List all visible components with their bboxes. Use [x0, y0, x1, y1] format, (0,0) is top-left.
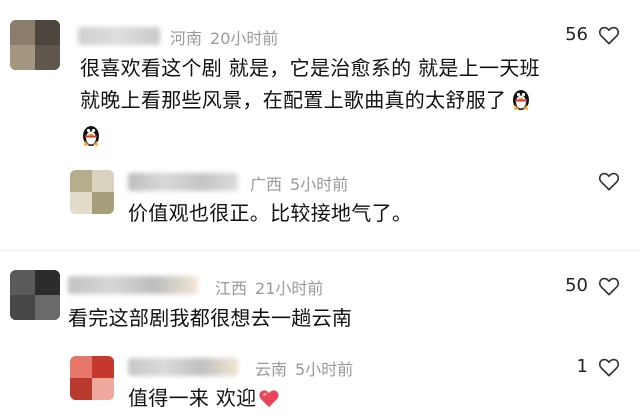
reply-text: 价值观也很正。比较接地气了。 [128, 201, 413, 225]
like-heart-icon[interactable] [598, 171, 620, 191]
comment-text-line1: 很喜欢看这个剧 就是，它是治愈系的 就是上一天班 [80, 56, 540, 80]
time-label: 20小时前 [210, 29, 279, 48]
like-heart-icon[interactable] [598, 276, 620, 296]
comment-meta: 江西 21小时前 [215, 275, 323, 299]
time-label: 21小时前 [255, 279, 324, 298]
reply-meta: 云南 5小时前 [255, 356, 353, 380]
username-blurred[interactable] [128, 173, 238, 191]
comment-text-line2: 就晚上看那些风景，在配置上歌曲真的太舒服了 [80, 88, 507, 112]
comment-1: 河南 20小时前 56 很喜欢看这个剧 就是，它是治愈系的 就是上一天班 就晚上看… [0, 0, 640, 168]
reply-1: 广西 5小时前 价值观也很正。比较接地气了。 [0, 165, 640, 245]
username-blurred[interactable] [128, 358, 238, 376]
reply-2: 云南 5小时前 1 值得一来 欢迎 [0, 348, 640, 415]
like-count: 50 [565, 275, 588, 296]
user-avatar[interactable] [70, 356, 114, 400]
like-count: 56 [565, 24, 588, 45]
like-heart-icon[interactable] [598, 357, 620, 377]
time-label: 5小时前 [295, 360, 354, 379]
like-control[interactable]: 1 [577, 356, 620, 377]
time-label: 5小时前 [290, 175, 349, 194]
region-label: 云南 [255, 360, 288, 379]
comment-meta: 河南 20小时前 [170, 25, 278, 49]
penguin-emoji-icon [80, 123, 102, 156]
username-blurred[interactable] [78, 27, 160, 45]
penguin-emoji-icon [510, 87, 532, 120]
like-control[interactable]: 50 [565, 275, 620, 296]
reply-text: 值得一来 欢迎 [128, 382, 280, 417]
comment-text: 很喜欢看这个剧 就是，它是治愈系的 就是上一天班 就晚上看那些风景，在配置上歌曲… [80, 52, 540, 156]
region-label: 广西 [250, 175, 283, 194]
comment-2: 江西 21小时前 50 看完这部剧我都很想去一趟云南 [0, 262, 640, 340]
like-control[interactable] [588, 171, 620, 191]
user-avatar[interactable] [10, 20, 60, 70]
username-blurred[interactable] [68, 276, 198, 294]
comment-divider [0, 250, 640, 251]
comment-text: 看完这部剧我都很想去一趟云南 [68, 306, 353, 330]
reply-meta: 广西 5小时前 [250, 171, 348, 195]
user-avatar[interactable] [70, 170, 114, 214]
reply-text-content: 值得一来 欢迎 [128, 386, 257, 410]
like-heart-icon[interactable] [598, 25, 620, 45]
heart-emoji-icon [258, 385, 280, 417]
user-avatar[interactable] [10, 270, 60, 320]
region-label: 河南 [170, 29, 203, 48]
comment-text-line3 [80, 120, 540, 156]
like-count: 1 [576, 356, 588, 377]
comment-text-line2-wrap: 就晚上看那些风景，在配置上歌曲真的太舒服了 [80, 84, 540, 120]
like-control[interactable]: 56 [565, 24, 620, 45]
region-label: 江西 [215, 279, 248, 298]
